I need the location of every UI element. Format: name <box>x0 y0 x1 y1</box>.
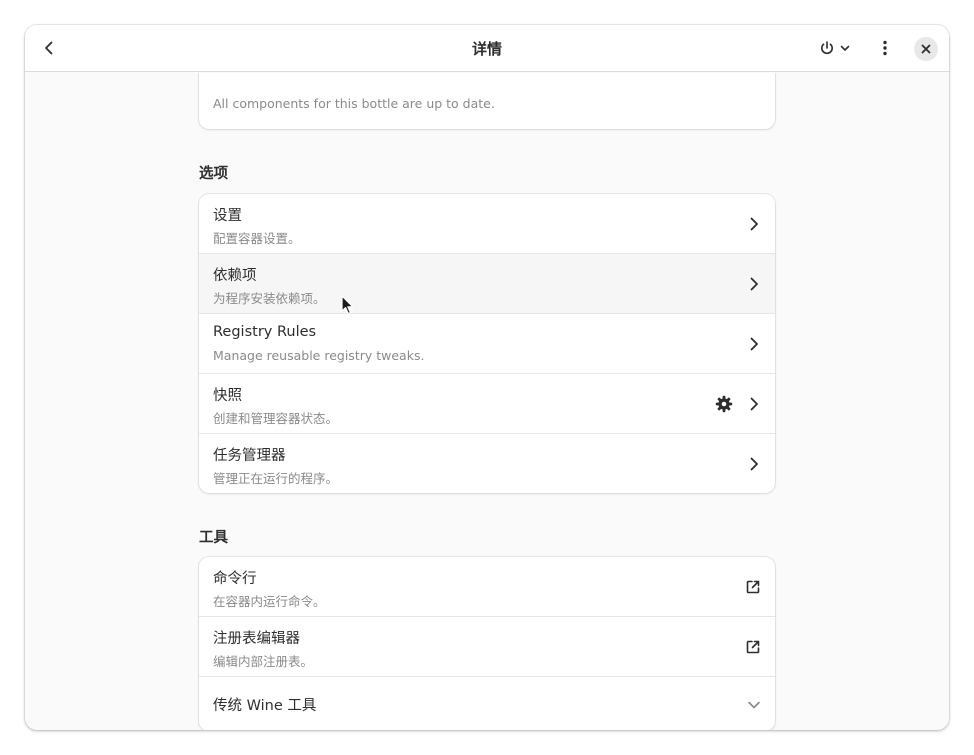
row-subtitle: Manage reusable registry tweaks. <box>213 348 425 363</box>
row-subtitle: 创建和管理容器状态。 <box>213 411 339 426</box>
vertical-dots-menu-icon <box>877 40 893 56</box>
row-subtitle: 管理正在运行的程序。 <box>213 471 339 486</box>
tools-card: 命令行 在容器内运行命令。 注册表编辑器 编辑内部注册表。 传统 Wine 工具 <box>199 557 775 730</box>
tools-row-legacy-wine-tools[interactable]: 传统 Wine 工具 <box>199 677 775 730</box>
row-title: 命令行 <box>213 571 257 587</box>
options-row-snapshots[interactable]: 快照 创建和管理容器状态。 <box>199 374 775 434</box>
components-status-card: All components for this bottle are up to… <box>199 73 775 129</box>
row-title: 依赖项 <box>213 268 257 284</box>
details-scroll-area[interactable]: All components for this bottle are up to… <box>25 73 949 730</box>
chevron-right-icon <box>747 337 761 351</box>
close-button[interactable] <box>914 37 938 61</box>
components-status-text: All components for this bottle are up to… <box>213 96 495 111</box>
row-subtitle: 为程序安装依赖项。 <box>213 291 326 306</box>
external-link-icon <box>745 579 761 595</box>
row-title: 传统 Wine 工具 <box>213 698 317 714</box>
row-subtitle: 在容器内运行命令。 <box>213 594 326 609</box>
gear-icon[interactable] <box>715 395 733 413</box>
options-section-title: 选项 <box>199 166 228 182</box>
power-menu-button[interactable] <box>811 34 859 62</box>
close-icon <box>921 44 931 54</box>
tools-section-title: 工具 <box>199 530 228 546</box>
row-subtitle: 编辑内部注册表。 <box>213 654 314 669</box>
main-menu-button[interactable] <box>871 34 899 62</box>
options-row-settings[interactable]: 设置 配置容器设置。 <box>199 194 775 254</box>
row-title: 快照 <box>213 388 242 404</box>
chevron-right-icon <box>747 277 761 291</box>
chevron-right-icon <box>747 217 761 231</box>
row-title: 任务管理器 <box>213 448 286 464</box>
options-row-dependencies[interactable]: 依赖项 为程序安装依赖项。 <box>199 254 775 314</box>
power-icon <box>819 40 835 56</box>
chevron-down-icon <box>747 698 761 712</box>
chevron-down-icon <box>839 42 851 54</box>
options-row-task-manager[interactable]: 任务管理器 管理正在运行的程序。 <box>199 434 775 493</box>
bottles-window: 详情 All components for this bottle are up… <box>25 25 949 730</box>
back-button[interactable] <box>35 33 63 63</box>
chevron-right-icon <box>747 397 761 411</box>
row-title: Registry Rules <box>213 324 317 340</box>
row-subtitle: 配置容器设置。 <box>213 231 301 246</box>
chevron-right-icon <box>747 457 761 471</box>
mouse-pointer-icon <box>341 295 355 319</box>
row-title: 设置 <box>213 208 242 224</box>
options-row-registry-rules[interactable]: Registry Rules Manage reusable registry … <box>199 314 775 374</box>
options-card: 设置 配置容器设置。 依赖项 为程序安装依赖项。 Registry Rules … <box>199 194 775 493</box>
tools-row-command-line[interactable]: 命令行 在容器内运行命令。 <box>199 557 775 617</box>
row-title: 注册表编辑器 <box>213 631 300 647</box>
header-bar: 详情 <box>25 25 949 72</box>
chevron-left-icon <box>41 40 57 56</box>
external-link-icon <box>745 639 761 655</box>
tools-row-registry-editor[interactable]: 注册表编辑器 编辑内部注册表。 <box>199 617 775 677</box>
